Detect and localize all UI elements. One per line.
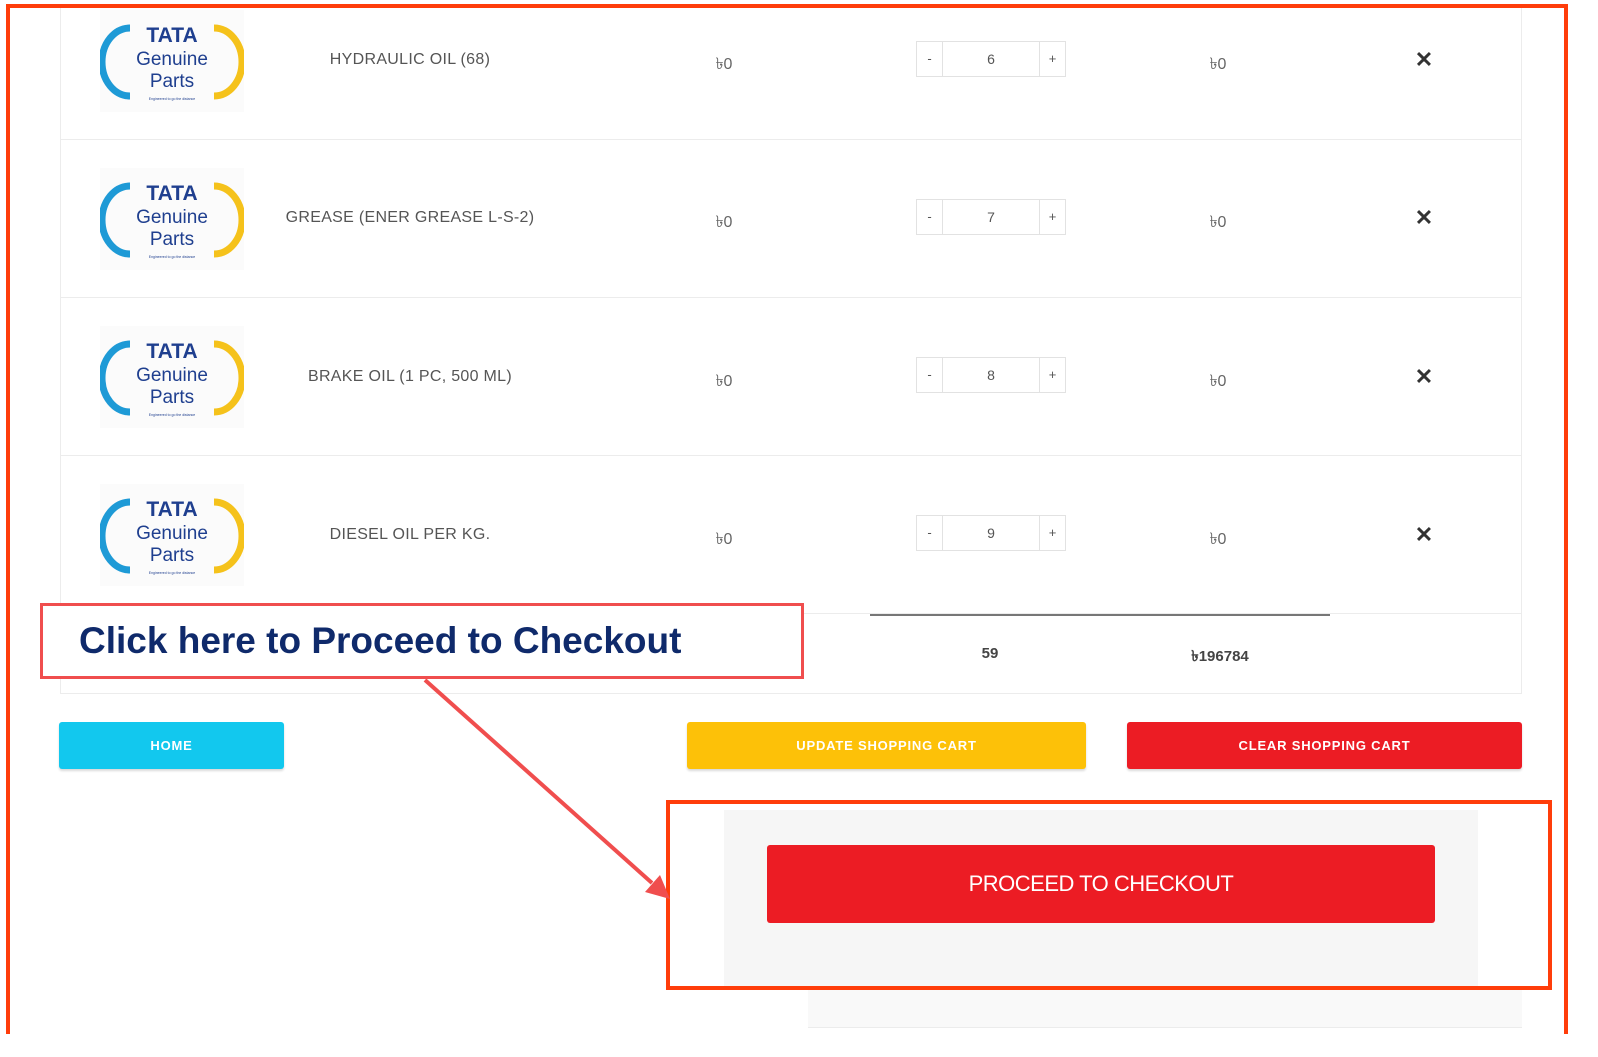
product-name: GREASE (ENER GREASE L-S-2) [285, 209, 535, 226]
logo-tagline: Engineered to go the distance [149, 413, 196, 417]
quantity-decrement-button[interactable]: - [917, 200, 943, 234]
quantity-input[interactable]: 8 [943, 358, 1039, 392]
unit-price: ৳0 [715, 373, 733, 390]
quantity-stepper: - 6 + [916, 41, 1066, 77]
logo-genuine-text: Genuine [136, 49, 208, 70]
totals-divider [870, 614, 1330, 616]
home-button[interactable]: HOME [59, 722, 284, 769]
unit-price: ৳0 [715, 56, 733, 73]
line-subtotal: ৳0 [1209, 214, 1227, 231]
cart-row: TATA Genuine Parts Engineered to go the … [60, 298, 1522, 456]
logo-genuine-text: Genuine [136, 523, 208, 544]
unit-price: ৳0 [715, 214, 733, 231]
logo-tagline: Engineered to go the distance [149, 97, 196, 101]
logo-tata-text: TATA [146, 340, 197, 363]
unit-price: ৳0 [715, 531, 733, 548]
product-logo: TATA Genuine Parts Engineered to go the … [100, 484, 244, 586]
logo-tagline: Engineered to go the distance [149, 255, 196, 259]
quantity-stepper: - 8 + [916, 357, 1066, 393]
remove-item-icon[interactable]: ✕ [1412, 206, 1436, 230]
callout-text: Click here to Proceed to Checkout [79, 620, 682, 661]
quantity-decrement-button[interactable]: - [917, 358, 943, 392]
logo-parts-text: Parts [150, 387, 194, 408]
quantity-input[interactable]: 6 [943, 42, 1039, 76]
quantity-decrement-button[interactable]: - [917, 516, 943, 550]
logo-tagline: Engineered to go the distance [149, 571, 196, 575]
product-logo: TATA Genuine Parts Engineered to go the … [100, 326, 244, 428]
logo-genuine-text: Genuine [136, 207, 208, 228]
quantity-increment-button[interactable]: + [1039, 516, 1065, 550]
logo-parts-text: Parts [150, 71, 194, 92]
logo-tata-text: TATA [146, 182, 197, 205]
logo-parts-text: Parts [150, 545, 194, 566]
line-subtotal: ৳0 [1209, 56, 1227, 73]
logo-genuine-text: Genuine [136, 365, 208, 386]
quantity-input[interactable]: 7 [943, 200, 1039, 234]
cart-row: TATA Genuine Parts Engineered to go the … [60, 0, 1522, 140]
quantity-increment-button[interactable]: + [1039, 358, 1065, 392]
update-cart-button[interactable]: UPDATE SHOPPING CART [687, 722, 1086, 769]
logo-tata-text: TATA [146, 498, 197, 521]
cart-row: TATA Genuine Parts Engineered to go the … [60, 140, 1522, 298]
quantity-decrement-button[interactable]: - [917, 42, 943, 76]
remove-item-icon[interactable]: ✕ [1412, 48, 1436, 72]
total-quantity: 59 [981, 645, 999, 662]
clear-cart-button[interactable]: CLEAR SHOPPING CART [1127, 722, 1522, 769]
quantity-increment-button[interactable]: + [1039, 42, 1065, 76]
product-name: BRAKE OIL (1 PC, 500 ML) [307, 368, 512, 385]
logo-tata-text: TATA [146, 24, 197, 47]
remove-item-icon[interactable]: ✕ [1412, 523, 1436, 547]
product-logo: TATA Genuine Parts Engineered to go the … [100, 168, 244, 270]
quantity-stepper: - 7 + [916, 199, 1066, 235]
quantity-increment-button[interactable]: + [1039, 200, 1065, 234]
line-subtotal: ৳0 [1209, 373, 1227, 390]
product-name: HYDRAULIC OIL (68) [329, 51, 491, 68]
product-name: DIESEL OIL PER KG. [329, 526, 491, 543]
product-logo: TATA Genuine Parts Engineered to go the … [100, 10, 244, 112]
remove-item-icon[interactable]: ✕ [1412, 365, 1436, 389]
total-amount: ৳196784 [1191, 648, 1249, 665]
callout-box: Click here to Proceed to Checkout [40, 603, 804, 679]
line-subtotal: ৳0 [1209, 531, 1227, 548]
checkout-highlight-box [666, 800, 1552, 990]
cart-row: TATA Genuine Parts Engineered to go the … [60, 456, 1522, 614]
quantity-input[interactable]: 9 [943, 516, 1039, 550]
logo-parts-text: Parts [150, 229, 194, 250]
quantity-stepper: - 9 + [916, 515, 1066, 551]
checkout-panel-footer [808, 986, 1522, 1028]
